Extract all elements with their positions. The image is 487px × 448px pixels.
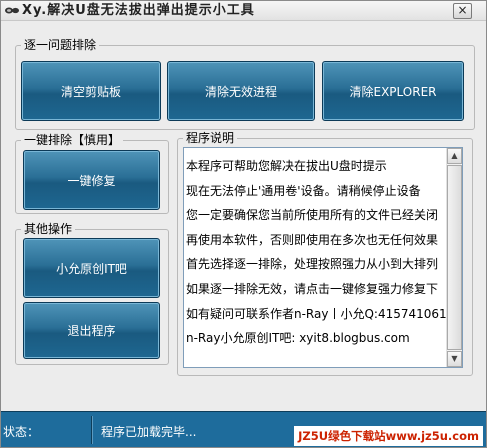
notes-line: 如有疑问可联系作者n-Ray丨小允Q:415741061 — [186, 306, 446, 321]
notes-line: n-Ray小允原创IT吧: xyit8.blogbus.com — [186, 331, 410, 346]
watermark: JZ5U绿色下载站www.jz5u.com — [294, 426, 483, 446]
notes-line: 现在无法停止'通用卷'设备。请稍候停止设备 — [186, 183, 421, 198]
app-logo-icon — [5, 7, 19, 14]
status-divider — [91, 416, 93, 444]
one-click-repair-button[interactable]: 一键修复 — [23, 150, 160, 210]
app-window: Xy.解决U盘无法拔出弹出提示小工具 × 逐一问题排除 清空剪贴板 清除无效进程… — [0, 0, 487, 448]
notes-line: 如果逐一排除无效，请点击一键修复强力修复下 — [186, 281, 439, 296]
status-label: 状态： — [3, 425, 40, 439]
status-text: 程序已加载完毕... — [101, 425, 197, 439]
window-title: Xy.解决U盘无法拔出弹出提示小工具 — [22, 3, 255, 18]
exit-program-button[interactable]: 退出程序 — [23, 302, 160, 359]
notes-line: 本程序可帮助您解决在拔出U盘时提示 — [186, 159, 387, 173]
notes-text: 本程序可帮助您解决在拔出U盘时提示 现在无法停止'通用卷'设备。请稍候停止设备 … — [186, 154, 446, 351]
title-bar[interactable]: Xy.解决U盘无法拔出弹出提示小工具 × — [1, 1, 486, 21]
notes-line: 您一定要确保您当前所使用所有的文件已经关闭 — [186, 208, 439, 223]
scrollbar-thumb[interactable] — [447, 165, 462, 350]
scroll-up-arrow-icon[interactable]: ▲ — [447, 148, 462, 164]
close-button[interactable]: × — [453, 3, 472, 19]
clear-clipboard-button[interactable]: 清空剪贴板 — [21, 61, 161, 121]
notes-line: 首先选择逐一排除，处理按照强力从小到大排列 — [186, 257, 439, 272]
one-click-group-label: 一键排除【慎用】 — [21, 132, 124, 148]
notes-line: 再使用本软件，否则即使用在多次也无任何效果 — [186, 232, 439, 247]
troubleshoot-group-label: 逐一问题排除 — [21, 37, 100, 53]
clear-invalid-process-button[interactable]: 清除无效进程 — [167, 61, 315, 121]
scroll-down-arrow-icon[interactable]: ▼ — [447, 351, 462, 367]
xiaoyun-it-bar-button[interactable]: 小允原创IT吧 — [23, 238, 160, 298]
notes-textbox[interactable]: 本程序可帮助您解决在拔出U盘时提示 现在无法停止'通用卷'设备。请稍候停止设备 … — [183, 147, 463, 368]
notes-group-label: 程序说明 — [183, 130, 238, 146]
status-bar: 状态： 程序已加载完毕... JZ5U绿色下载站www.jz5u.com — [1, 411, 486, 447]
other-actions-group-label: 其他操作 — [21, 221, 76, 237]
notes-scrollbar[interactable]: ▲ ▼ — [446, 148, 462, 367]
clear-explorer-button[interactable]: 清除EXPLORER — [322, 61, 464, 121]
